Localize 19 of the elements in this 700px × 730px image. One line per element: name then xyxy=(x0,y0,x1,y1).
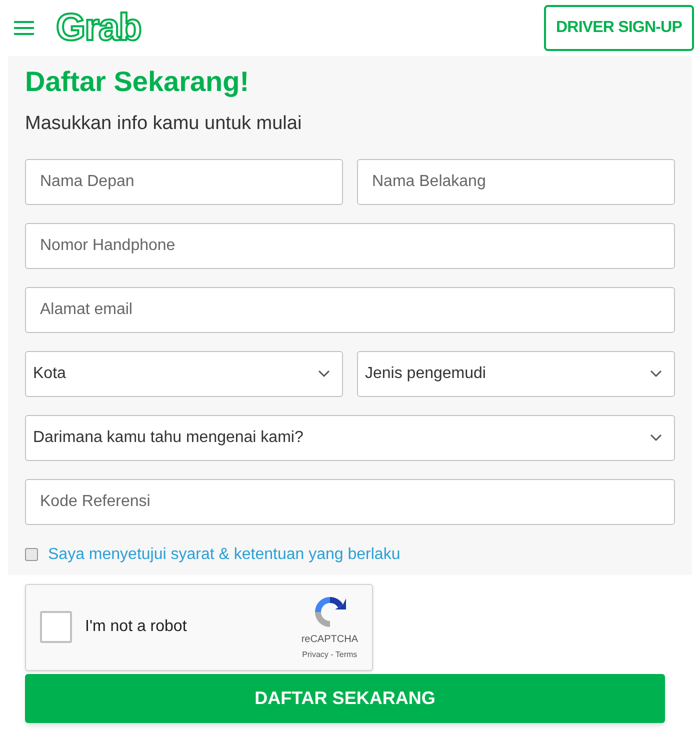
chevron-down-icon xyxy=(650,370,662,378)
agreement-checkbox[interactable] xyxy=(25,548,38,561)
input-field[interactable]: Nomor Handphone xyxy=(25,222,675,268)
captcha-label: I'm not a robot xyxy=(85,617,187,637)
chevron-down-icon xyxy=(650,434,662,442)
dropdown-field[interactable]: Kota xyxy=(25,350,343,396)
dropdown-field[interactable]: Darimana kamu tahu mengenai kami? xyxy=(25,414,675,460)
captcha-links[interactable]: Privacy - Terms xyxy=(302,648,358,660)
captcha-checkbox[interactable] xyxy=(40,611,72,643)
input-field[interactable]: Kode Referensi xyxy=(25,478,675,524)
input-field[interactable]: Nama Depan xyxy=(25,158,343,204)
input-field[interactable]: Nama Belakang xyxy=(357,158,675,204)
menu-icon[interactable] xyxy=(14,21,34,35)
recaptcha-brand: reCAPTCHA xyxy=(301,632,358,646)
page-subheading: Masukkan info kamu untuk mulai xyxy=(25,112,303,136)
page-heading: Daftar Sekarang! xyxy=(25,65,250,99)
input-field[interactable]: Alamat email xyxy=(25,286,675,332)
dropdown-field[interactable]: Jenis pengemudi xyxy=(357,350,675,396)
chevron-down-icon xyxy=(318,370,330,378)
